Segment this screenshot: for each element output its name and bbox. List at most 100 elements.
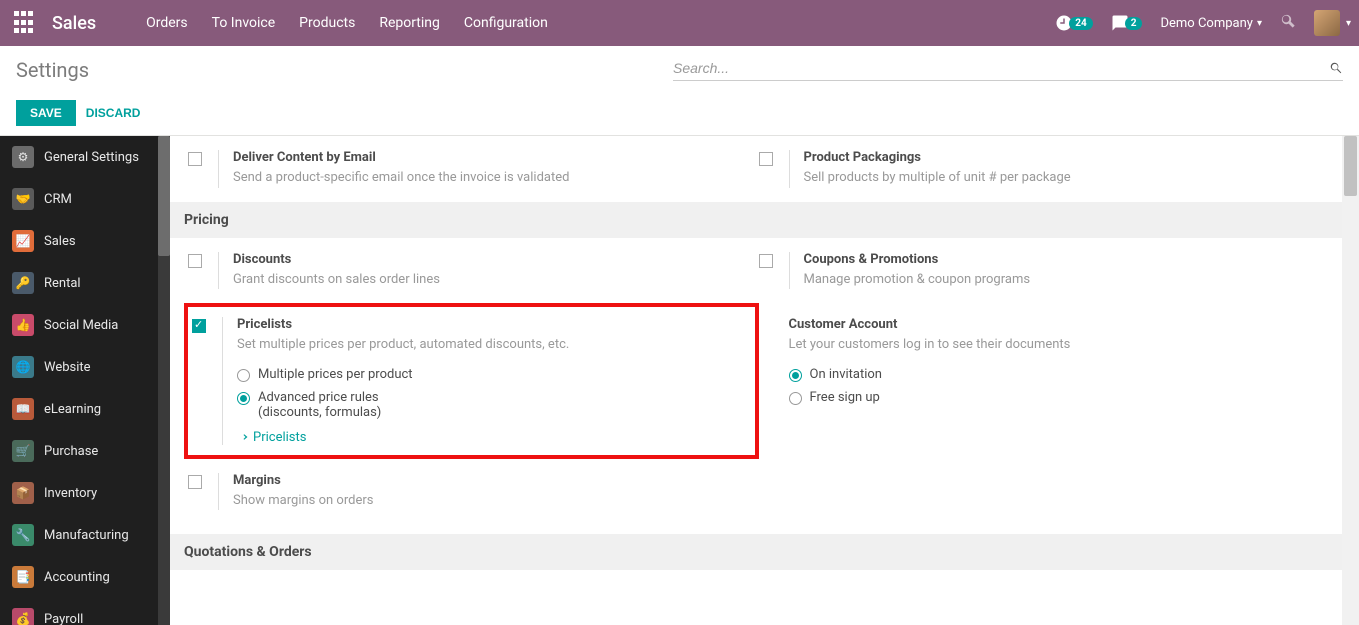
search-box[interactable] bbox=[673, 60, 1343, 81]
sidebar-item-rental[interactable]: 🔑 Rental bbox=[0, 262, 170, 304]
option-coupons: Coupons & Promotions Manage promotion & … bbox=[759, 238, 1330, 304]
option-desc: Send a product-specific email once the i… bbox=[233, 168, 739, 188]
radio-sublabel: (discounts, formulas) bbox=[258, 405, 381, 420]
activities-indicator[interactable]: 24 bbox=[1055, 14, 1092, 32]
nav-menu: Orders To Invoice Products Reporting Con… bbox=[146, 15, 548, 31]
option-title: Customer Account bbox=[789, 317, 1310, 332]
sidebar-scrollbar-thumb[interactable] bbox=[158, 136, 170, 256]
radio-free-signup[interactable]: Free sign up bbox=[789, 390, 1310, 405]
option-title: Coupons & Promotions bbox=[804, 252, 1310, 267]
option-title: Pricelists bbox=[237, 317, 735, 332]
checkbox-product-packagings[interactable] bbox=[759, 152, 773, 166]
discard-button[interactable]: DISCARD bbox=[86, 106, 141, 120]
nav-configuration[interactable]: Configuration bbox=[464, 15, 548, 31]
sidebar-item-payroll[interactable]: 💰Payroll bbox=[0, 598, 170, 625]
sidebar-item-label: Accounting bbox=[44, 570, 110, 585]
option-desc: Show margins on orders bbox=[233, 491, 739, 511]
wrench-icon: 🔧 bbox=[12, 524, 34, 546]
radio-advanced-rules[interactable]: Advanced price rules (discounts, formula… bbox=[237, 390, 735, 420]
money-icon: 💰 bbox=[12, 608, 34, 625]
app-brand[interactable]: Sales bbox=[52, 13, 96, 34]
key-icon: 🔑 bbox=[12, 272, 34, 294]
option-product-packagings: Product Packagings Sell products by mult… bbox=[759, 136, 1330, 202]
handshake-icon: 🤝 bbox=[12, 188, 34, 210]
checkbox-pricelists[interactable] bbox=[192, 319, 206, 333]
checkbox-coupons[interactable] bbox=[759, 254, 773, 268]
sidebar-item-elearning[interactable]: 📖 eLearning bbox=[0, 388, 170, 430]
sidebar-item-website[interactable]: 🌐Website bbox=[0, 346, 170, 388]
avatar bbox=[1314, 10, 1340, 36]
option-discounts: Discounts Grant discounts on sales order… bbox=[188, 238, 759, 304]
save-button[interactable]: SAVE bbox=[16, 100, 76, 126]
messages-indicator[interactable]: 2 bbox=[1111, 14, 1143, 32]
control-panel: Settings SAVE DISCARD bbox=[0, 46, 1359, 136]
sidebar-item-label: Purchase bbox=[44, 444, 98, 459]
sidebar-item-label: Inventory bbox=[44, 486, 97, 501]
section-header-quotations: Quotations & Orders bbox=[170, 534, 1347, 570]
option-desc: Sell products by multiple of unit # per … bbox=[804, 168, 1310, 188]
sidebar-item-general-settings[interactable]: ⚙General Settings bbox=[0, 136, 170, 178]
sidebar-item-label: CRM bbox=[44, 192, 72, 207]
nav-reporting[interactable]: Reporting bbox=[379, 15, 440, 31]
sidebar-item-accounting[interactable]: 📑 Accounting bbox=[0, 556, 170, 598]
sidebar-item-inventory[interactable]: 📦Inventory bbox=[0, 472, 170, 514]
top-navbar: Sales Orders To Invoice Products Reporti… bbox=[0, 0, 1359, 46]
gear-icon: ⚙ bbox=[12, 146, 34, 168]
main-scrollbar-thumb[interactable] bbox=[1344, 136, 1357, 196]
apps-menu-icon[interactable] bbox=[14, 11, 38, 35]
sidebar-item-sales[interactable]: 📈 Sales bbox=[0, 220, 170, 262]
sidebar-item-label: Social Media bbox=[44, 318, 118, 333]
settings-sidebar: ⚙General Settings 🤝 CRM 📈 Sales 🔑 Rental 👍 S… bbox=[0, 136, 170, 625]
page-title: Settings bbox=[16, 58, 89, 82]
user-menu[interactable]: ▾ bbox=[1314, 10, 1351, 36]
radio-multiple-prices[interactable]: Multiple prices per product bbox=[237, 367, 735, 382]
option-desc: Let your customers log in to see their d… bbox=[789, 335, 1310, 355]
radio-label: Free sign up bbox=[810, 390, 880, 405]
nav-orders[interactable]: Orders bbox=[146, 15, 188, 31]
sidebar-item-crm[interactable]: 🤝 CRM bbox=[0, 178, 170, 220]
option-pricelists: Pricelists Set multiple prices per produ… bbox=[184, 303, 759, 459]
checkbox-discounts[interactable] bbox=[188, 254, 202, 268]
thumbs-up-icon: 👍 bbox=[12, 314, 34, 336]
option-desc: Manage promotion & coupon programs bbox=[804, 270, 1310, 290]
debug-menu-icon[interactable] bbox=[1280, 13, 1296, 33]
link-pricelists[interactable]: Pricelists bbox=[237, 430, 735, 445]
option-title: Product Packagings bbox=[804, 150, 1310, 165]
book-icon: 📖 bbox=[12, 398, 34, 420]
section-header-pricing: Pricing bbox=[170, 202, 1347, 238]
cart-icon: 🛒 bbox=[12, 440, 34, 462]
option-customer-account: Customer Account Let your customers log … bbox=[759, 303, 1330, 459]
link-label: Pricelists bbox=[253, 430, 306, 445]
settings-form: Deliver Content by Email Send a product-… bbox=[170, 136, 1359, 625]
sidebar-item-manufacturing[interactable]: 🔧Manufacturing bbox=[0, 514, 170, 556]
radio-icon bbox=[237, 392, 250, 405]
main-scrollbar-track bbox=[1342, 136, 1359, 625]
radio-label: Advanced price rules bbox=[258, 390, 379, 405]
radio-icon bbox=[789, 369, 802, 382]
radio-label: On invitation bbox=[810, 367, 882, 382]
option-title: Margins bbox=[233, 473, 739, 488]
option-title: Deliver Content by Email bbox=[233, 150, 739, 165]
radio-icon bbox=[237, 369, 250, 382]
checkbox-deliver-email[interactable] bbox=[188, 152, 202, 166]
messages-badge: 2 bbox=[1125, 17, 1143, 30]
nav-products[interactable]: Products bbox=[299, 15, 355, 31]
sidebar-item-social-media[interactable]: 👍 Social Media bbox=[0, 304, 170, 346]
checkbox-margins[interactable] bbox=[188, 475, 202, 489]
nav-to-invoice[interactable]: To Invoice bbox=[212, 15, 276, 31]
sidebar-item-purchase[interactable]: 🛒 Purchase bbox=[0, 430, 170, 472]
ledger-icon: 📑 bbox=[12, 566, 34, 588]
radio-on-invitation[interactable]: On invitation bbox=[789, 367, 1310, 382]
activities-badge: 24 bbox=[1069, 17, 1092, 30]
search-input[interactable] bbox=[673, 60, 1329, 76]
sidebar-item-label: Website bbox=[44, 360, 91, 375]
chart-icon: 📈 bbox=[12, 230, 34, 252]
company-switcher[interactable]: Demo Company bbox=[1160, 16, 1261, 31]
option-deliver-email: Deliver Content by Email Send a product-… bbox=[188, 136, 759, 202]
sidebar-item-label: Rental bbox=[44, 276, 81, 291]
sidebar-item-label: eLearning bbox=[44, 402, 101, 417]
arrow-right-icon bbox=[237, 431, 249, 443]
sidebar-item-label: Sales bbox=[44, 234, 76, 249]
radio-icon bbox=[789, 392, 802, 405]
option-desc: Grant discounts on sales order lines bbox=[233, 270, 739, 290]
